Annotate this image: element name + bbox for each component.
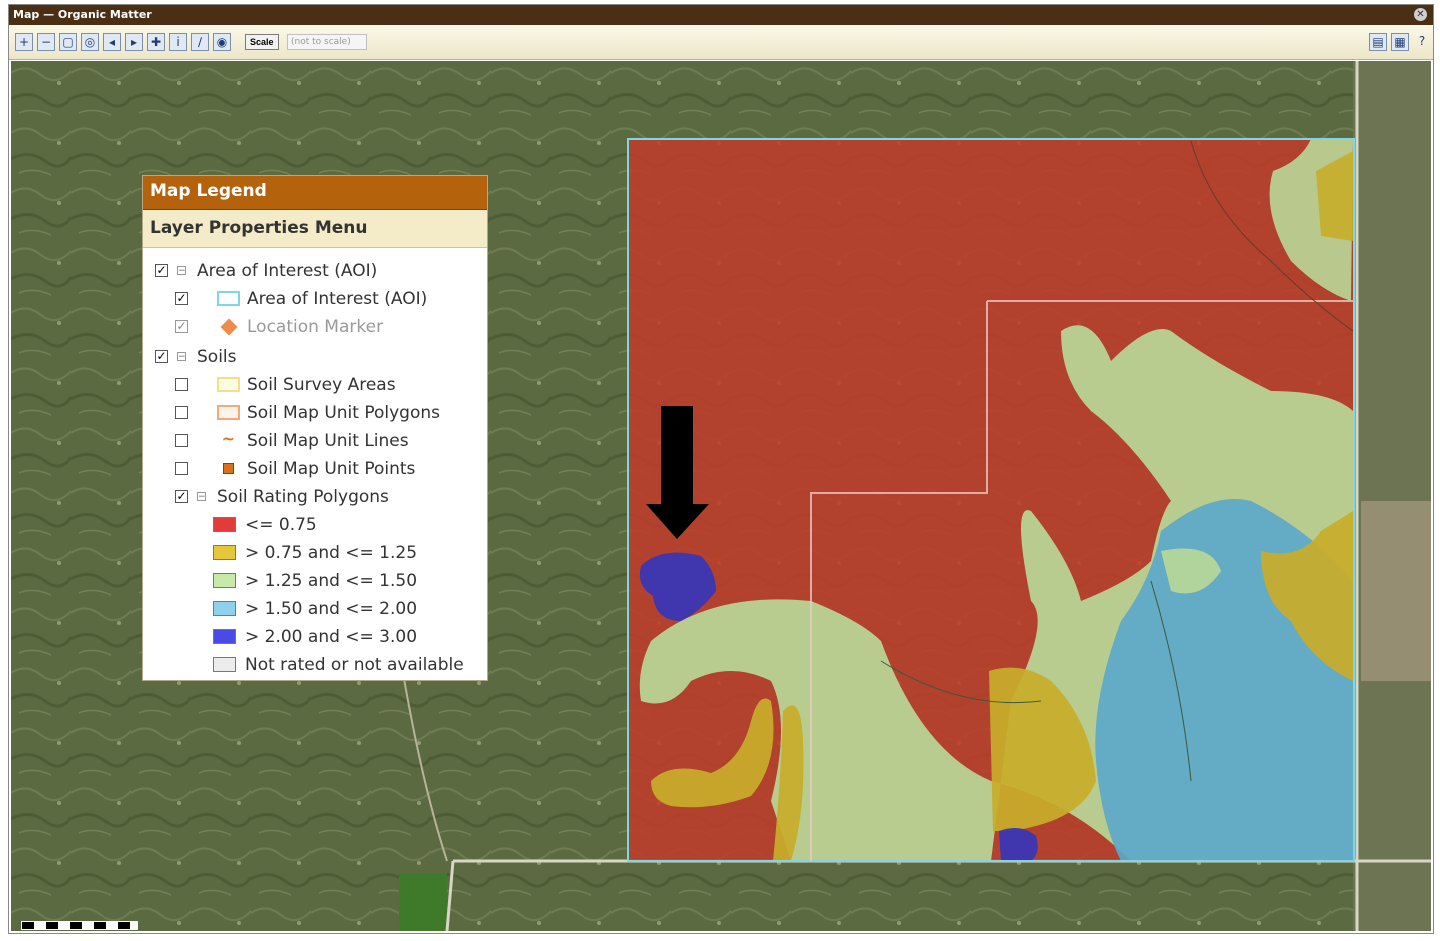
soil-line-icon: ∼	[221, 429, 236, 448]
close-icon[interactable]: ✕	[1414, 8, 1427, 21]
layer-checkbox[interactable]: ✓	[175, 292, 188, 305]
pan-icon[interactable]: ✚	[147, 33, 165, 51]
layer-checkbox[interactable]	[175, 406, 188, 419]
layer-properties-menu[interactable]: Layer Properties Menu	[143, 210, 487, 248]
layer-label: Soil Rating Polygons	[217, 487, 389, 507]
window-titlebar: Map — Organic Matter ✕	[9, 5, 1433, 25]
field-patch	[399, 873, 447, 931]
layer-group-aoi[interactable]: ✓ − Area of Interest (AOI)	[143, 258, 487, 284]
legend-title: Map Legend	[143, 176, 487, 210]
layer-checkbox[interactable]: ✓	[175, 320, 188, 333]
layer-item[interactable]: ✓ Area of Interest (AOI)	[143, 286, 487, 312]
rating-swatch	[213, 545, 236, 560]
scale-select[interactable]: (not to scale)	[287, 34, 367, 50]
measure-icon[interactable]: ∕	[191, 33, 209, 51]
layer-label: Location Marker	[247, 317, 384, 337]
window-title: Map — Organic Matter	[13, 8, 152, 21]
layer-group-label: Soils	[197, 347, 237, 367]
rating-class: > 1.25 and <= 1.50	[143, 568, 487, 594]
rating-label: Not rated or not available	[245, 655, 464, 675]
help-icon[interactable]: ?	[1413, 33, 1431, 51]
rating-swatch	[213, 657, 236, 672]
layer-checkbox[interactable]	[175, 434, 188, 447]
soil-point-icon	[223, 463, 234, 474]
rating-class: Not rated or not available	[143, 652, 487, 678]
rating-swatch	[213, 573, 236, 588]
collapse-icon[interactable]: −	[177, 266, 186, 276]
layer-label: Area of Interest (AOI)	[247, 289, 428, 309]
map-window: Map — Organic Matter ✕ + − ▢ ◎ ◂ ▸ ✚ i ∕…	[8, 4, 1434, 934]
legend-toggle-icon[interactable]: ▦	[1391, 33, 1409, 51]
soil-rating-polygons[interactable]	[627, 138, 1355, 862]
previous-extent-icon[interactable]: ◂	[103, 33, 121, 51]
field-patch	[1353, 61, 1431, 931]
map-legend-panel: Map Legend Layer Properties Menu ✓ − Are…	[142, 175, 488, 681]
rating-label: > 0.75 and <= 1.25	[245, 543, 418, 563]
zoom-in-icon[interactable]: +	[15, 33, 33, 51]
map-toolbar: + − ▢ ◎ ◂ ▸ ✚ i ∕ ◉ Scale (not to scale)…	[9, 25, 1433, 60]
layer-group-label: Area of Interest (AOI)	[197, 261, 378, 281]
layer-item[interactable]: Soil Map Unit Polygons	[143, 400, 487, 426]
layer-item[interactable]: ✓ Location Marker	[143, 314, 487, 340]
full-extent-icon[interactable]: ◎	[81, 33, 99, 51]
rating-label: > 1.50 and <= 2.00	[245, 599, 418, 619]
identify-icon[interactable]: i	[169, 33, 187, 51]
layer-checkbox[interactable]: ✓	[175, 490, 188, 503]
collapse-icon[interactable]: −	[197, 492, 206, 502]
rating-label: <= 0.75	[245, 515, 317, 535]
rating-class: > 2.00 and <= 3.00	[143, 624, 487, 650]
rating-swatch	[213, 517, 236, 532]
layer-label: Soil Map Unit Polygons	[247, 403, 440, 423]
print-icon[interactable]: ▤	[1369, 33, 1387, 51]
rating-swatch	[213, 601, 236, 616]
rating-label: > 1.25 and <= 1.50	[245, 571, 418, 591]
layer-label: Soil Map Unit Points	[247, 459, 416, 479]
arrow-shaft	[661, 406, 693, 504]
layer-group-soils[interactable]: ✓ − Soils	[143, 344, 487, 370]
soil-survey-swatch	[217, 377, 240, 392]
layer-checkbox[interactable]	[175, 378, 188, 391]
map-canvas[interactable]: Map Legend Layer Properties Menu ✓ − Are…	[11, 61, 1431, 931]
rating-swatch	[213, 629, 236, 644]
rating-class: <= 0.75	[143, 512, 487, 538]
field-patch	[1361, 501, 1431, 681]
layer-item[interactable]: ✓ − Soil Rating Polygons	[143, 484, 487, 510]
rating-poly-purple[interactable]	[999, 827, 1038, 861]
map-scale-bar	[21, 921, 138, 930]
next-extent-icon[interactable]: ▸	[125, 33, 143, 51]
define-aoi-icon[interactable]: ◉	[213, 33, 231, 51]
layer-item[interactable]: Soil Survey Areas	[143, 372, 487, 398]
layer-item[interactable]: Soil Map Unit Points	[143, 456, 487, 482]
zoom-out-icon[interactable]: −	[37, 33, 55, 51]
layer-label: Soil Survey Areas	[247, 375, 396, 395]
layer-label: Soil Map Unit Lines	[247, 431, 409, 451]
rating-label: > 2.00 and <= 3.00	[245, 627, 418, 647]
layer-checkbox[interactable]	[175, 462, 188, 475]
collapse-icon[interactable]: −	[177, 352, 186, 362]
scale-button[interactable]: Scale	[245, 34, 279, 50]
layer-item[interactable]: ∼ Soil Map Unit Lines	[143, 428, 487, 454]
aoi-group-checkbox[interactable]: ✓	[155, 264, 168, 277]
rating-class: > 1.50 and <= 2.00	[143, 596, 487, 622]
soil-polygon-swatch	[217, 405, 240, 420]
aoi-swatch	[217, 291, 240, 306]
zoom-extent-icon[interactable]: ▢	[59, 33, 77, 51]
rating-class: > 0.75 and <= 1.25	[143, 540, 487, 566]
location-marker-icon	[220, 318, 238, 336]
soils-group-checkbox[interactable]: ✓	[155, 350, 168, 363]
